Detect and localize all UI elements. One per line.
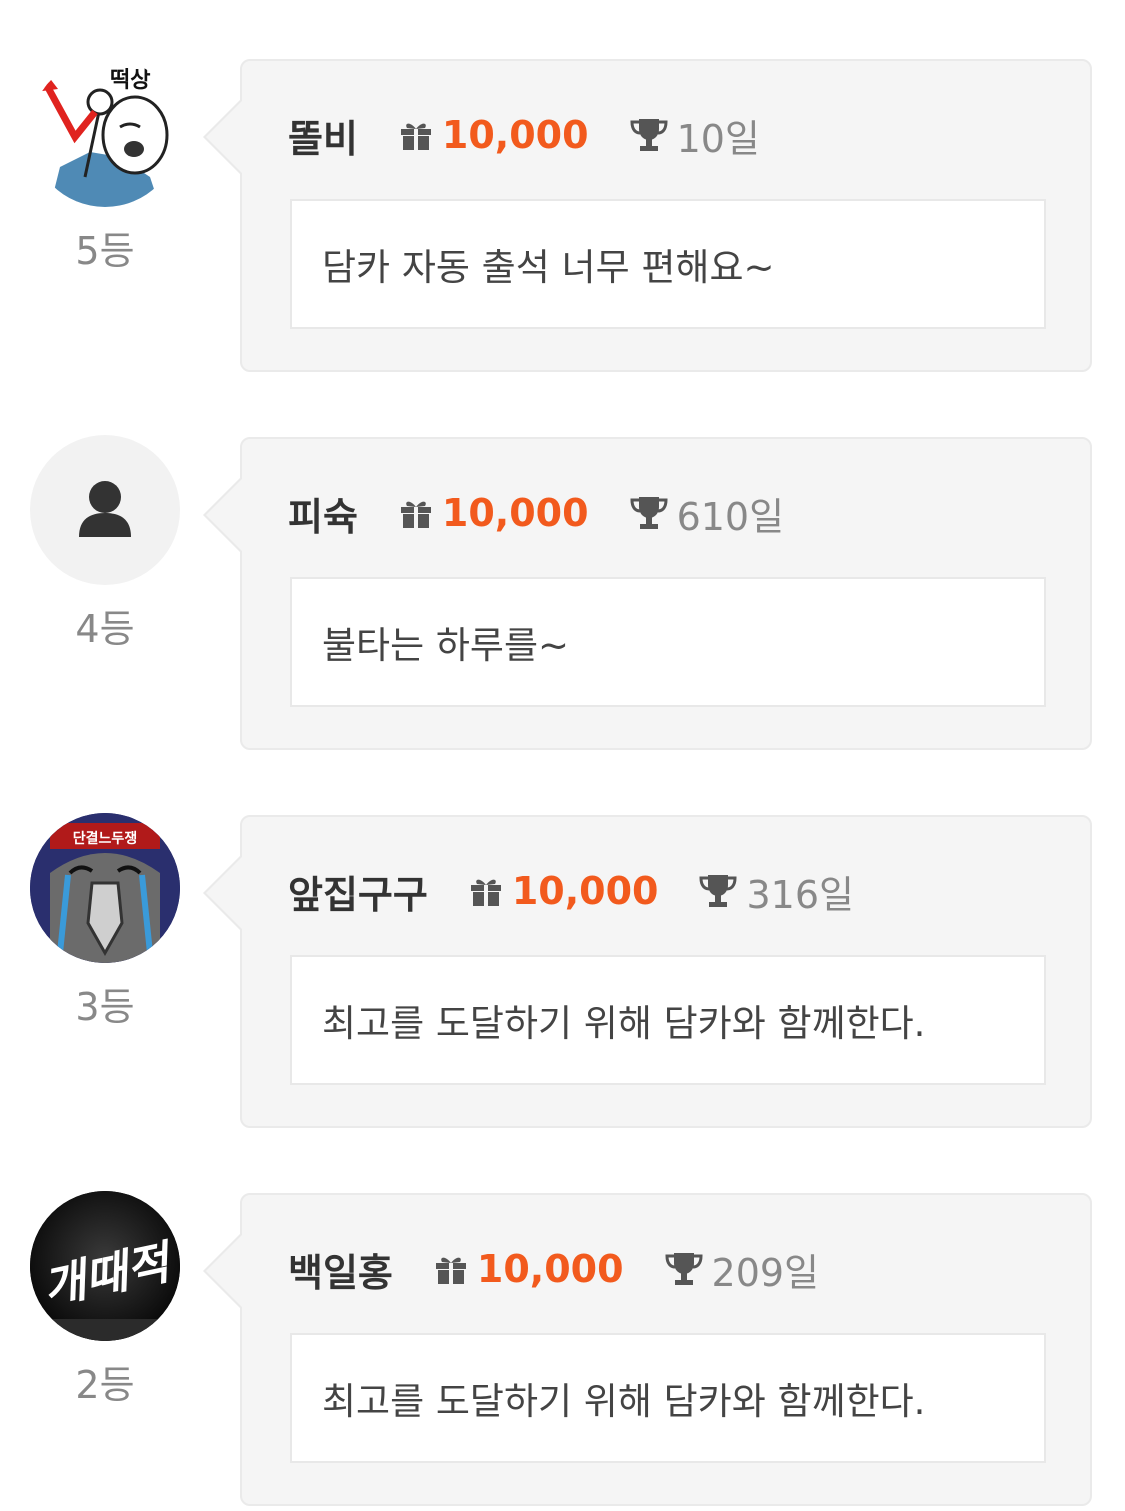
trophy-icon — [630, 497, 668, 529]
message-box: 불타는 하루를~ — [290, 577, 1046, 707]
entry-meta: 피슉 10,000 610일 — [288, 485, 784, 541]
days-group: 316일 — [698, 864, 854, 919]
comment-text: 불타는 하루를~ — [322, 624, 570, 667]
days-value: 209일 — [711, 1250, 820, 1295]
avatar[interactable]: 단결느두쟁 — [30, 813, 180, 963]
days-value: 10일 — [676, 116, 760, 161]
rank-label: 3등 — [75, 985, 135, 1029]
rank-label: 4등 — [75, 607, 135, 651]
gift-icon — [400, 501, 431, 528]
points-value: 10,000 — [511, 869, 659, 913]
comment-bubble: 백일홍 10,000 209일 최고를 도달하기 위해 담카와 함께한다. — [203, 1193, 1092, 1506]
days-group: 10일 — [629, 108, 760, 163]
gift-icon — [435, 1257, 466, 1284]
ranking-entry: 떡상 5등 똘비 10,000 10일 담카 자동 출석 너무 편해요~ — [0, 57, 1125, 377]
entry-meta: 백일홍 10,000 209일 — [288, 1241, 819, 1297]
rank-label: 5등 — [75, 229, 135, 273]
trophy-icon — [630, 119, 668, 151]
comment-text: 최고를 도달하기 위해 담카와 함께한다. — [322, 1380, 926, 1423]
default-person-icon — [79, 481, 131, 537]
message-box: 최고를 도달하기 위해 담카와 함께한다. — [290, 955, 1046, 1085]
comment-text: 최고를 도달하기 위해 담카와 함께한다. — [322, 1002, 926, 1045]
trophy-icon — [665, 1253, 703, 1285]
avatar[interactable]: 떡상 — [30, 57, 180, 207]
comment-bubble: 앞집구구 10,000 316일 최고를 도달하기 위해 담카와 함께한다. — [203, 815, 1092, 1128]
avatar-image-meme: 떡상 — [30, 57, 180, 207]
avatar-image-bird: 단결느두쟁 — [30, 813, 180, 963]
points-value: 10,000 — [441, 491, 589, 535]
days-value: 610일 — [676, 494, 785, 539]
gift-icon — [470, 879, 501, 906]
entry-meta: 똘비 10,000 10일 — [288, 107, 760, 163]
user-name[interactable]: 앞집구구 — [288, 864, 428, 919]
avatar-text: 단결느두쟁 — [73, 830, 137, 847]
avatar[interactable]: 개때적 — [30, 1191, 180, 1341]
avatar[interactable] — [30, 435, 180, 585]
message-box: 담카 자동 출석 너무 편해요~ — [290, 199, 1046, 329]
days-group: 610일 — [629, 486, 785, 541]
comment-text: 담카 자동 출석 너무 편해요~ — [322, 246, 775, 289]
user-name[interactable]: 피슉 — [288, 486, 358, 541]
days-value: 316일 — [746, 872, 854, 917]
user-name[interactable]: 백일홍 — [288, 1242, 393, 1297]
rank-label: 2등 — [75, 1363, 135, 1407]
user-name[interactable]: 똘비 — [288, 108, 358, 163]
ranking-entry: 개때적 2등 백일홍 10,000 209일 최고를 도달하기 위해 담카와 함… — [0, 1191, 1125, 1511]
points-group: 10,000 — [468, 869, 659, 913]
avatar-image-neon: 개때적 — [30, 1191, 180, 1341]
comment-bubble: 피슉 10,000 610일 불타는 하루를~ — [203, 437, 1092, 750]
points-value: 10,000 — [476, 1247, 624, 1291]
trophy-icon — [699, 875, 737, 907]
points-group: 10,000 — [398, 491, 589, 535]
points-value: 10,000 — [441, 113, 589, 157]
points-group: 10,000 — [398, 113, 589, 157]
points-group: 10,000 — [433, 1247, 624, 1291]
avatar-text: 떡상 — [110, 68, 150, 93]
ranking-entry: 단결느두쟁 3등 앞집구구 10,000 316일 최고를 도달하기 위해 담카… — [0, 813, 1125, 1133]
comment-bubble: 똘비 10,000 10일 담카 자동 출석 너무 편해요~ — [203, 59, 1092, 372]
message-box: 최고를 도달하기 위해 담카와 함께한다. — [290, 1333, 1046, 1463]
ranking-entry: 4등 피슉 10,000 610일 불타는 하루를~ — [0, 435, 1125, 755]
entry-meta: 앞집구구 10,000 316일 — [288, 863, 854, 919]
gift-icon — [400, 123, 431, 150]
days-group: 209일 — [664, 1242, 820, 1297]
